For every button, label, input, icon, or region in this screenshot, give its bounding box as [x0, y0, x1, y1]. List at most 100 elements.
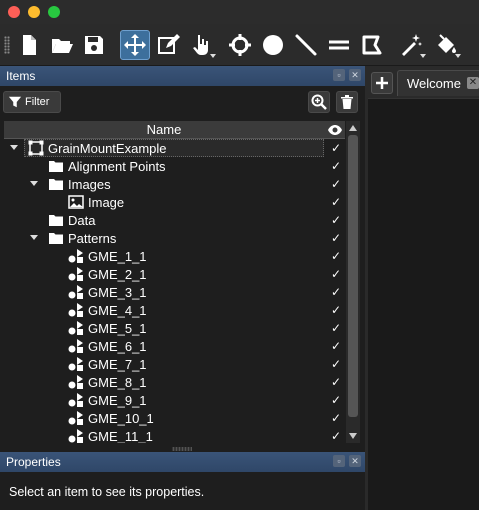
tab-welcome-label: Welcome: [407, 76, 461, 91]
pattern-icon: [68, 266, 84, 282]
tree-row[interactable]: GME_6_1 ✓: [4, 337, 345, 355]
properties-panel-close-button[interactable]: ✕: [349, 455, 361, 467]
tree-row[interactable]: Patterns ✓: [4, 229, 345, 247]
magic-wand-tool-button[interactable]: [396, 30, 426, 60]
pointer-dropdown-indicator: [210, 54, 216, 58]
tree-row[interactable]: GME_3_1 ✓: [4, 283, 345, 301]
plus-icon: [376, 77, 388, 89]
items-panel-close-button[interactable]: ✕: [349, 69, 361, 81]
tree-row[interactable]: Images ✓: [4, 175, 345, 193]
open-folder-icon: [52, 39, 73, 53]
tree-row[interactable]: GME_7_1 ✓: [4, 355, 345, 373]
tree-row[interactable]: GME_2_1 ✓: [4, 265, 345, 283]
visibility-checkmark[interactable]: ✓: [331, 357, 341, 371]
tree-vertical-scrollbar[interactable]: [346, 121, 360, 443]
pattern-icon: [68, 248, 84, 264]
folder-icon: [48, 176, 64, 192]
properties-panel-title: Properties: [6, 455, 61, 469]
edit-tool-button[interactable]: [153, 30, 183, 60]
tree-row[interactable]: GME_11_1 ✓: [4, 427, 345, 443]
save-button[interactable]: [79, 30, 109, 60]
crosshair-tool-button[interactable]: [225, 30, 255, 60]
tree-row[interactable]: GrainMountExample ✓: [4, 139, 345, 157]
pattern-icon: [68, 338, 84, 354]
items-panel-header: Items ▫ ✕: [0, 66, 365, 86]
pattern-icon: [68, 410, 84, 426]
tab-close-icon[interactable]: ✕: [467, 77, 479, 89]
panel-splitter-handle[interactable]: [172, 447, 192, 451]
new-file-button[interactable]: [14, 30, 44, 60]
delete-item-button[interactable]: [336, 91, 358, 113]
tree-row[interactable]: GME_5_1 ✓: [4, 319, 345, 337]
tab-content-area: [368, 98, 479, 510]
parallel-lines-tool-button[interactable]: [324, 30, 354, 60]
visibility-checkmark[interactable]: ✓: [331, 231, 341, 245]
tree-row[interactable]: Alignment Points ✓: [4, 157, 345, 175]
tree-row-label: GME_6_1: [88, 339, 147, 354]
parallel-lines-icon: [329, 40, 349, 50]
zoom-to-item-button[interactable]: [308, 91, 330, 113]
tree-row[interactable]: GME_10_1 ✓: [4, 409, 345, 427]
folder-icon: [48, 212, 64, 228]
pattern-icon: [68, 302, 84, 318]
visibility-checkmark[interactable]: ✓: [331, 393, 341, 407]
tree-row-label: Alignment Points: [68, 159, 166, 174]
window-maximize-button[interactable]: [48, 6, 60, 18]
visibility-checkmark[interactable]: ✓: [331, 195, 341, 209]
new-file-icon: [23, 35, 36, 55]
visibility-checkmark[interactable]: ✓: [331, 159, 341, 173]
tree-row[interactable]: GME_8_1 ✓: [4, 373, 345, 391]
pattern-icon: [68, 392, 84, 408]
tree-row[interactable]: Data ✓: [4, 211, 345, 229]
properties-panel-float-button[interactable]: ▫: [333, 455, 345, 467]
visibility-checkmark[interactable]: ✓: [331, 303, 341, 317]
circle-tool-button[interactable]: [258, 30, 288, 60]
visibility-checkmark[interactable]: ✓: [331, 339, 341, 353]
tree-row[interactable]: GME_1_1 ✓: [4, 247, 345, 265]
open-folder-button[interactable]: [47, 30, 77, 60]
paint-bucket-tool-button[interactable]: [431, 30, 461, 60]
window-minimize-button[interactable]: [28, 6, 40, 18]
items-panel-float-button[interactable]: ▫: [333, 69, 345, 81]
visibility-checkmark[interactable]: ✓: [331, 141, 341, 155]
toolbar-grip-handle[interactable]: [4, 36, 10, 54]
expand-arrow-icon[interactable]: [30, 181, 38, 186]
expand-arrow-icon[interactable]: [30, 235, 38, 240]
tree-row-label: GME_7_1: [88, 357, 147, 372]
line-tool-button[interactable]: [291, 30, 321, 60]
expand-arrow-icon[interactable]: [10, 145, 18, 150]
visibility-checkmark[interactable]: ✓: [331, 429, 341, 443]
scroll-down-arrow[interactable]: [349, 433, 357, 439]
tree-row[interactable]: GME_4_1 ✓: [4, 301, 345, 319]
left-dock: Items ▫ ✕ Filter Name GrainMountExample ✓…: [0, 66, 365, 510]
pattern-icon: [68, 284, 84, 300]
window-close-button[interactable]: [8, 6, 20, 18]
column-header-name[interactable]: Name: [4, 122, 324, 137]
tree-row[interactable]: GME_9_1 ✓: [4, 391, 345, 409]
scroll-up-arrow[interactable]: [349, 125, 357, 131]
visibility-checkmark[interactable]: ✓: [331, 375, 341, 389]
visibility-checkmark[interactable]: ✓: [331, 249, 341, 263]
visibility-checkmark[interactable]: ✓: [331, 267, 341, 281]
add-tab-button[interactable]: [371, 72, 393, 94]
edit-icon: [158, 34, 180, 54]
tree-row-label: GME_9_1: [88, 393, 147, 408]
visibility-checkmark[interactable]: ✓: [331, 285, 341, 299]
visibility-checkmark[interactable]: ✓: [331, 321, 341, 335]
main-area: Welcome ✕: [368, 66, 479, 510]
visibility-checkmark[interactable]: ✓: [331, 411, 341, 425]
filter-button[interactable]: Filter: [3, 91, 61, 113]
move-tool-button[interactable]: [120, 30, 150, 60]
tab-bar: Welcome ✕: [368, 66, 479, 98]
items-panel-title: Items: [6, 69, 36, 83]
visibility-checkmark[interactable]: ✓: [331, 213, 341, 227]
pointer-tool-button[interactable]: [186, 30, 216, 60]
tab-welcome[interactable]: Welcome ✕: [397, 70, 479, 96]
tree-row-label: Image: [88, 195, 125, 210]
tree-row[interactable]: Image ✓: [4, 193, 345, 211]
scroll-thumb[interactable]: [348, 135, 358, 417]
tree-row-label: GrainMountExample: [48, 141, 167, 156]
polygon-tool-button[interactable]: [357, 30, 387, 60]
move-icon: [124, 34, 146, 56]
visibility-checkmark[interactable]: ✓: [331, 177, 341, 191]
